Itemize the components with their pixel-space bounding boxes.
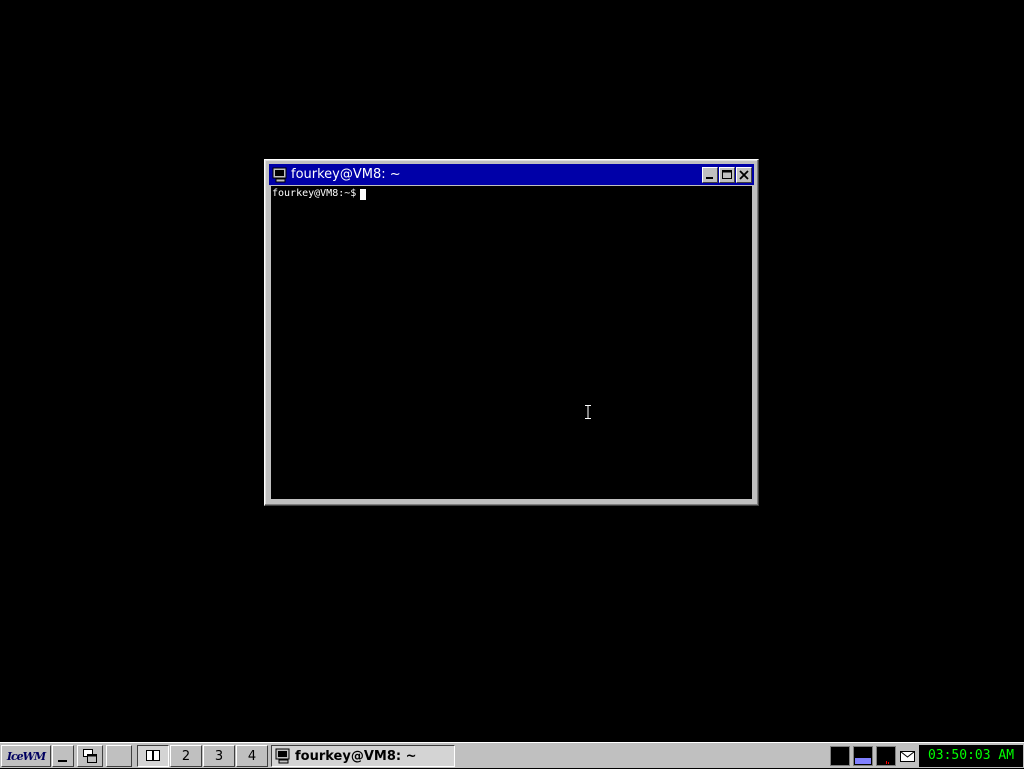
ibeam-cursor-icon: [585, 405, 591, 419]
show-desktop-button[interactable]: [52, 745, 74, 767]
terminal-icon: [272, 167, 287, 182]
workspace-active-icon: [146, 750, 160, 761]
minimize-icon: [706, 176, 713, 179]
network-graph-icon: [886, 761, 889, 764]
task-button-terminal[interactable]: fourkey@VM8: ~: [271, 745, 455, 767]
workspace-3-button[interactable]: 3: [203, 745, 235, 767]
icewm-logo: IceWM: [6, 749, 46, 763]
maximize-button[interactable]: [719, 166, 735, 183]
shell-prompt: fourkey@VM8:~$: [272, 188, 357, 199]
terminal-area[interactable]: fourkey@VM8:~$: [271, 186, 752, 499]
show-desktop-icon: [58, 760, 67, 762]
window-list-icon: [83, 749, 97, 763]
mail-icon[interactable]: [899, 748, 917, 764]
taskbar: IceWM 2 3 4 fourkey@VM8: ~ 03:50:03 AM: [0, 742, 1024, 768]
workspace-2-button[interactable]: 2: [170, 745, 202, 767]
window-list-button[interactable]: [77, 745, 103, 767]
memory-monitor[interactable]: [853, 746, 873, 766]
workspace-1-button[interactable]: [137, 745, 169, 767]
text-cursor: [360, 188, 367, 200]
quick-launch-button[interactable]: [106, 745, 132, 767]
memory-graph-icon: [855, 758, 871, 764]
network-monitor[interactable]: [876, 746, 896, 766]
close-button[interactable]: [736, 166, 752, 183]
window-titlebar[interactable]: fourkey@VM8: ~: [269, 164, 754, 185]
maximize-icon: [722, 169, 732, 179]
workspace-4-button[interactable]: 4: [236, 745, 268, 767]
terminal-icon: [275, 748, 290, 764]
minimize-button[interactable]: [702, 166, 718, 183]
clock[interactable]: 03:50:03 AM: [919, 745, 1023, 767]
window-title: fourkey@VM8: ~: [291, 167, 401, 182]
terminal-window[interactable]: fourkey@VM8: ~ fourkey@VM8:~$: [264, 159, 759, 506]
close-icon: [739, 169, 749, 180]
cpu-monitor[interactable]: [830, 746, 850, 766]
start-menu-button[interactable]: IceWM: [1, 745, 51, 767]
task-button-label: fourkey@VM8: ~: [295, 748, 417, 764]
